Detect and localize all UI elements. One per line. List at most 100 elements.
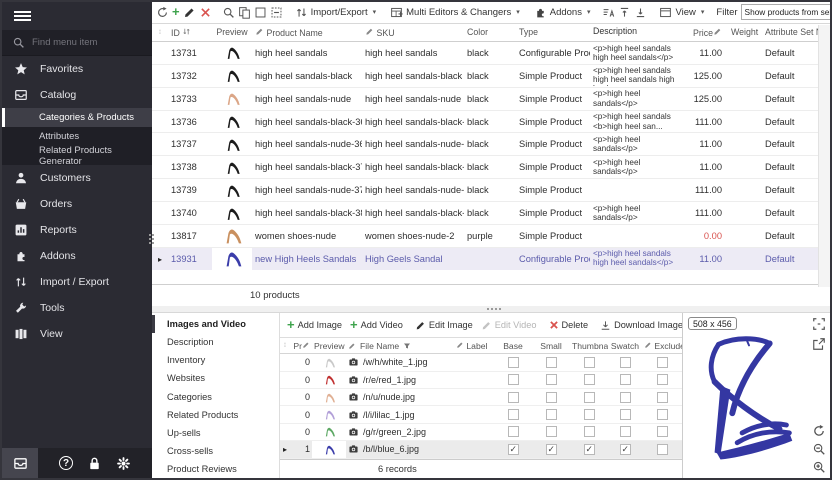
small-checkbox[interactable] — [546, 426, 557, 437]
view-button[interactable]: View▾ — [657, 4, 706, 21]
gear-icon[interactable] — [116, 456, 131, 471]
column-header-type[interactable]: Type — [516, 27, 590, 37]
sidebar-item-customers[interactable]: Customers — [2, 165, 152, 191]
hamburger-menu-icon[interactable] — [14, 9, 31, 23]
base-checkbox[interactable] — [508, 426, 519, 437]
download-image-button[interactable]: Download Image — [598, 318, 685, 333]
exclude-checkbox[interactable] — [657, 426, 668, 437]
thumbnail-checkbox[interactable] — [584, 444, 595, 455]
table-row[interactable]: 13817 women shoes-nudewomen shoes-nude-2… — [152, 225, 830, 248]
tab-cross-sells[interactable]: Cross-sells — [152, 442, 279, 460]
thumbnail-checkbox[interactable] — [584, 357, 595, 368]
table-row[interactable]: 13737 high heel sandals-nude-36high heel… — [152, 133, 830, 156]
table-row[interactable]: 13740 high heel sandals-black-38high hee… — [152, 202, 830, 225]
tab-up-sells[interactable]: Up-sells — [152, 424, 279, 442]
column-header-small[interactable]: Small — [532, 341, 570, 351]
table-row[interactable]: 13733 high heel sandals-nudehigh heel sa… — [152, 88, 830, 111]
add-image-button[interactable]: +Add Image — [285, 318, 344, 332]
lock-icon[interactable] — [87, 456, 102, 471]
sidebar-item-categories-products[interactable]: Categories & Products — [2, 108, 152, 127]
vertical-scrollbar[interactable] — [818, 25, 830, 287]
column-header-description[interactable]: Description — [590, 27, 684, 37]
small-checkbox[interactable] — [546, 374, 557, 385]
swatch-checkbox[interactable] — [620, 409, 631, 420]
column-chooser-icon[interactable]: ⁞ — [280, 342, 290, 349]
filter-select[interactable]: Show products from selected categories▾ — [741, 4, 832, 20]
edit-icon[interactable] — [183, 6, 196, 19]
base-checkbox[interactable] — [508, 392, 519, 403]
edit-image-button[interactable]: Edit Image — [413, 318, 475, 333]
image-row-selected[interactable]: ▸1 /b/l/blue_6.jpg — [280, 441, 682, 458]
exclude-checkbox[interactable] — [657, 444, 668, 455]
column-header-exclude[interactable]: Exclude — [642, 341, 682, 351]
tab-images-and-video[interactable]: Images and Video — [152, 315, 279, 333]
sort-text-icon[interactable] — [602, 6, 615, 19]
column-header-thumbnail[interactable]: Thumbna — [570, 341, 608, 351]
column-header-color[interactable]: Color — [464, 27, 516, 37]
fit-screen-icon[interactable] — [812, 317, 826, 331]
copy-icon[interactable] — [238, 6, 251, 19]
base-checkbox[interactable] — [508, 409, 519, 420]
sidebar-resize-grip[interactable] — [149, 234, 151, 236]
help-icon[interactable]: ? — [59, 456, 73, 470]
swatch-checkbox[interactable] — [620, 392, 631, 403]
sidebar-item-tools[interactable]: Tools — [2, 295, 152, 321]
image-row[interactable]: 0 /g/r/green_2.jpg — [280, 424, 682, 441]
column-header-sku[interactable]: SKU — [362, 27, 464, 38]
column-header-label[interactable]: Label — [454, 341, 494, 351]
exclude-checkbox[interactable] — [657, 357, 668, 368]
column-header-preview[interactable]: Preview — [212, 27, 252, 37]
base-checkbox[interactable] — [508, 444, 519, 455]
delete-icon[interactable] — [199, 6, 212, 19]
table-row[interactable]: 13736 high heel sandals-black-36high hee… — [152, 111, 830, 134]
column-header-weight[interactable]: Weight — [728, 27, 762, 37]
thumbnail-checkbox[interactable] — [584, 426, 595, 437]
tab-categories[interactable]: Categories — [152, 388, 279, 406]
add-product-icon[interactable]: + — [172, 7, 180, 17]
sidebar-search[interactable] — [2, 30, 152, 56]
column-header-attribute-set[interactable]: Attribute Set Name — [762, 27, 818, 37]
table-row[interactable]: 13739 high heel sandals-nude-37high heel… — [152, 179, 830, 202]
zoom-in-icon[interactable] — [812, 460, 826, 474]
zoom-out-icon[interactable] — [812, 442, 826, 456]
table-row[interactable]: 13732 high heel sandals-blackhigh heel s… — [152, 65, 830, 88]
column-header-id[interactable]: ID — [168, 27, 212, 38]
sidebar-item-catalog[interactable]: Catalog — [2, 82, 152, 108]
sidebar-item-related-products-generator[interactable]: Related Products Generator — [2, 146, 152, 165]
sidebar-item-reports[interactable]: Reports — [2, 217, 152, 243]
column-chooser-icon[interactable]: ⁞ — [152, 29, 168, 36]
sidebar-item-orders[interactable]: Orders — [2, 191, 152, 217]
column-header-file-name[interactable]: File Name — [346, 341, 454, 351]
rotate-refresh-icon[interactable] — [812, 424, 826, 438]
tab-description[interactable]: Description — [152, 333, 279, 351]
tab-inventory[interactable]: Inventory — [152, 351, 279, 369]
table-row[interactable]: 13738 high heel sandals-black-37high hee… — [152, 156, 830, 179]
small-checkbox[interactable] — [546, 409, 557, 420]
exclude-checkbox[interactable] — [657, 392, 668, 403]
table-row[interactable]: 13731 high heel sandalshigh heel sandals… — [152, 42, 830, 65]
thumbnail-checkbox[interactable] — [584, 392, 595, 403]
multi-editors-button[interactable]: Multi Editors & Changers▾ — [388, 4, 522, 21]
addons-button[interactable]: Addons▾ — [532, 4, 593, 21]
thumbnail-checkbox[interactable] — [584, 374, 595, 385]
column-header-base[interactable]: Base — [494, 341, 532, 351]
tab-websites[interactable]: Websites — [152, 369, 279, 387]
table-row-selected[interactable]: ▸13931 new High Heels SandalsHigh Geels … — [152, 248, 830, 270]
base-checkbox[interactable] — [508, 374, 519, 385]
swatch-checkbox[interactable] — [620, 444, 631, 455]
inline-edit-icon[interactable] — [270, 6, 283, 19]
column-header-price[interactable]: Price — [684, 27, 728, 38]
small-checkbox[interactable] — [546, 444, 557, 455]
swatch-checkbox[interactable] — [620, 357, 631, 368]
add-video-button[interactable]: +Add Video — [348, 318, 405, 332]
image-row[interactable]: 0 /w/h/white_1.jpg — [280, 354, 682, 371]
image-row[interactable]: 0 /n/u/nude.jpg — [280, 389, 682, 406]
sidebar-item-addons[interactable]: Addons — [2, 243, 152, 269]
collapse-down-icon[interactable] — [634, 6, 647, 19]
panel-splitter[interactable] — [152, 306, 830, 312]
tab-product-reviews[interactable]: Product Reviews — [152, 460, 279, 478]
exclude-checkbox[interactable] — [657, 409, 668, 420]
image-row[interactable]: 0 /l/i/lilac_1.jpg — [280, 406, 682, 423]
swatch-checkbox[interactable] — [620, 374, 631, 385]
image-row[interactable]: 0 /r/e/red_1.jpg — [280, 372, 682, 389]
